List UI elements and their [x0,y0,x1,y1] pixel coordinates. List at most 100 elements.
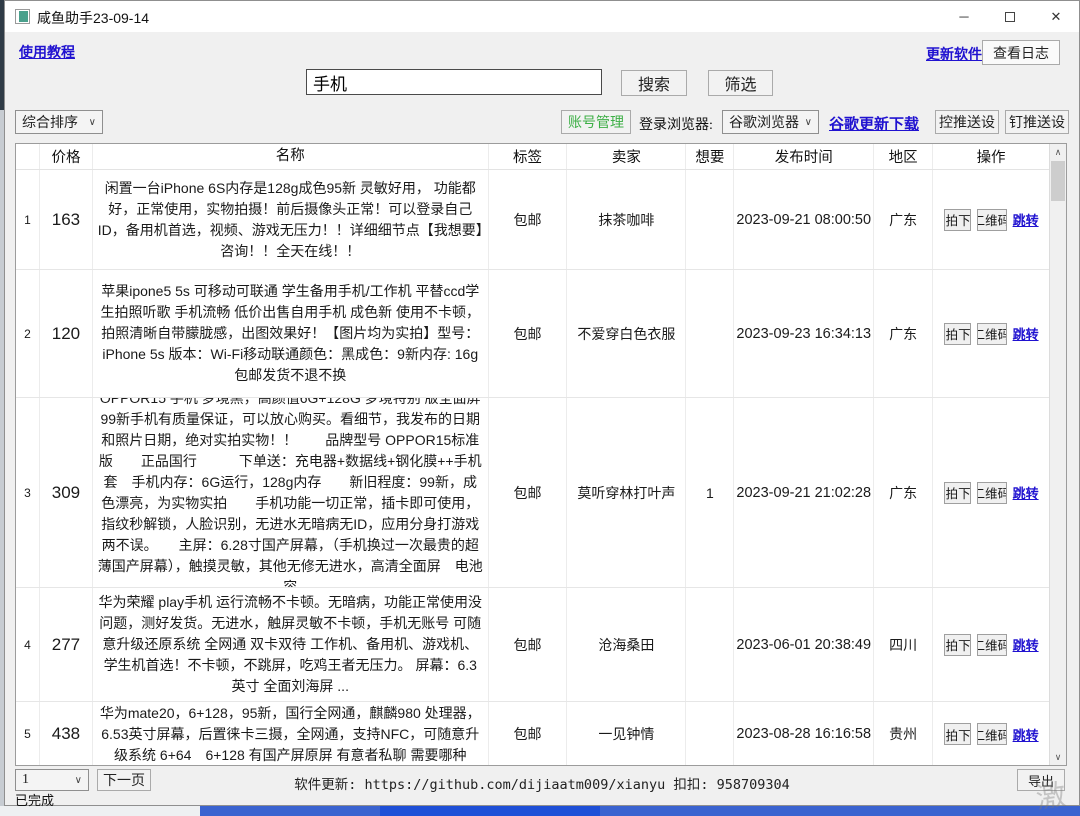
row-tag: 包邮 [489,588,568,701]
row-seller: 不爱穿白色衣服 [567,270,686,397]
row-actions: 拍下 二维码 跳转 [933,170,1049,269]
buy-button[interactable]: 拍下 [944,634,971,656]
row-index: 5 [16,702,40,765]
row-actions: 拍下 二维码 跳转 [933,702,1049,765]
row-region: 广东 [874,270,933,397]
qr-code-button[interactable]: 二维码 [977,634,1007,656]
jump-link[interactable]: 跳转 [1013,635,1039,654]
update-software-link[interactable]: 更新软件 [926,44,982,64]
row-time: 2023-06-01 20:38:49 [734,588,874,701]
jump-link[interactable]: 跳转 [1013,725,1039,744]
chrome-update-link[interactable]: 谷歌更新下载 [829,113,919,134]
close-button[interactable]: ✕ [1033,1,1079,32]
row-name: 华为mate20，6+128，95新，国行全网通，麒麟980 处理器，6.53英… [93,702,489,765]
row-actions: 拍下 二维码 跳转 [933,270,1049,397]
row-price: 438 [40,702,93,765]
row-actions: 拍下 二维码 跳转 [933,588,1049,701]
software-update-info: 软件更新: https://github.com/dijiaatm009/xia… [5,773,1079,793]
search-input[interactable] [306,69,602,95]
row-tag: 包邮 [489,270,568,397]
scrollbar-thumb[interactable] [1051,161,1065,201]
scroll-down-icon[interactable]: ∨ [1050,749,1066,765]
table-body: 1 163 闲置一台iPhone 6S内存是128g成色95新 灵敏好用， 功能… [16,170,1049,765]
buy-button[interactable]: 拍下 [944,723,971,745]
row-region: 四川 [874,588,933,701]
window-title: 咸鱼助手23-09-14 [37,8,149,28]
row-index: 1 [16,170,40,269]
push-setting-button-1[interactable]: 控推送设 [935,110,999,134]
header-time: 发布时间 [734,144,874,169]
row-want [686,170,734,269]
row-seller: 一见钟情 [567,702,686,765]
row-want [686,588,734,701]
header-want: 想要 [686,144,734,169]
buy-button[interactable]: 拍下 [944,482,971,504]
table-row[interactable]: 2 120 苹果ipone5 5s 可移动可联通 学生备用手机/工作机 平替cc… [16,270,1049,398]
export-button[interactable]: 导出 [1017,769,1065,791]
row-want [686,702,734,765]
row-index: 2 [16,270,40,397]
qr-code-button[interactable]: 二维码 [977,723,1007,745]
minimize-icon: ─ [959,9,968,24]
row-time: 2023-09-21 08:00:50 [734,170,874,269]
row-actions: 拍下 二维码 跳转 [933,398,1049,587]
row-time: 2023-08-28 16:16:58 [734,702,874,765]
tutorial-link[interactable]: 使用教程 [19,42,75,62]
qr-code-button[interactable]: 二维码 [977,209,1007,231]
row-name: 苹果ipone5 5s 可移动可联通 学生备用手机/工作机 平替ccd学生拍照听… [93,270,489,397]
title-bar: 咸鱼助手23-09-14 ─ ✕ [5,1,1079,32]
row-want: 1 [686,398,734,587]
row-region: 广东 [874,170,933,269]
table-row[interactable]: 5 438 华为mate20，6+128，95新，国行全网通，麒麟980 处理器… [16,702,1049,765]
row-region: 广东 [874,398,933,587]
row-seller: 抹茶咖啡 [567,170,686,269]
jump-link[interactable]: 跳转 [1013,324,1039,343]
row-index: 3 [16,398,40,587]
row-region: 贵州 [874,702,933,765]
buy-button[interactable]: 拍下 [944,323,971,345]
maximize-button[interactable] [987,1,1033,32]
row-time: 2023-09-21 21:02:28 [734,398,874,587]
results-table: 价格 名称 标签 卖家 想要 发布时间 地区 操作 1 163 闲置一台iPho… [15,143,1067,766]
header-region: 地区 [874,144,933,169]
header-name: 名称 [93,144,489,169]
push-setting-button-2[interactable]: 钉推送设 [1005,110,1069,134]
browser-select-value: 谷歌浏览器 [729,112,799,132]
close-icon: ✕ [1051,9,1062,25]
qr-code-button[interactable]: 二维码 [977,482,1007,504]
scroll-up-icon[interactable]: ∧ [1050,144,1066,160]
app-window: 咸鱼助手23-09-14 ─ ✕ 使用教程 更新软件 查看日志 搜索 筛选 综合… [4,0,1080,806]
chevron-down-icon: ∨ [89,117,96,128]
header-seller: 卖家 [567,144,686,169]
table-row[interactable]: 3 309 OPPOR15 手机 梦境黑，高颜值6G+128G 梦境特别 版全面… [16,398,1049,588]
table-header-row: 价格 名称 标签 卖家 想要 发布时间 地区 操作 [16,144,1049,170]
row-index: 4 [16,588,40,701]
row-seller: 沧海桑田 [567,588,686,701]
row-price: 309 [40,398,93,587]
chevron-down-icon: ∨ [805,117,812,128]
row-want [686,270,734,397]
header-tag: 标签 [489,144,568,169]
row-name: 闲置一台iPhone 6S内存是128g成色95新 灵敏好用， 功能都好，正常使… [93,170,489,269]
login-browser-label: 登录浏览器: [639,114,713,134]
search-button[interactable]: 搜索 [621,70,687,96]
row-name: 华为荣耀 play手机 运行流畅不卡顿。无暗病，功能正常使用没问题，测好发货。无… [93,588,489,701]
account-manage-button[interactable]: 账号管理 [561,110,631,134]
jump-link[interactable]: 跳转 [1013,210,1039,229]
app-icon [15,9,30,24]
row-price: 120 [40,270,93,397]
header-price: 价格 [40,144,93,169]
buy-button[interactable]: 拍下 [944,209,971,231]
browser-select[interactable]: 谷歌浏览器 ∨ [722,110,819,134]
sort-select[interactable]: 综合排序 ∨ [15,110,103,134]
row-tag: 包邮 [489,170,568,269]
vertical-scrollbar[interactable]: ∧ ∨ [1049,144,1066,765]
jump-link[interactable]: 跳转 [1013,483,1039,502]
minimize-button[interactable]: ─ [941,1,987,32]
table-row[interactable]: 1 163 闲置一台iPhone 6S内存是128g成色95新 灵敏好用， 功能… [16,170,1049,270]
table-row[interactable]: 4 277 华为荣耀 play手机 运行流畅不卡顿。无暗病，功能正常使用没问题，… [16,588,1049,702]
qr-code-button[interactable]: 二维码 [977,323,1007,345]
filter-button[interactable]: 筛选 [708,70,773,96]
view-log-button[interactable]: 查看日志 [982,40,1060,65]
row-tag: 包邮 [489,702,568,765]
